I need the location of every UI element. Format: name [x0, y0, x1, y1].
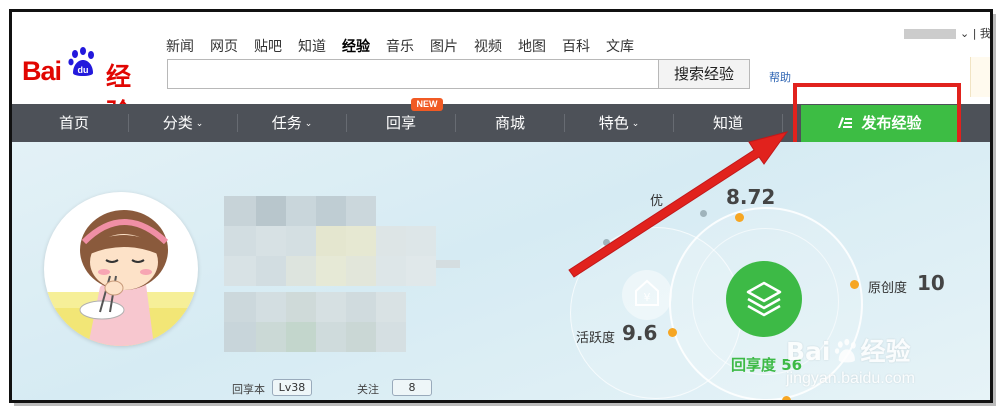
screenshot-frame: Bai du 经验 新闻 网页 贴吧 知道 经验 音乐 图片 视频 地图 百科 …: [9, 9, 993, 403]
annotation-arrow: [568, 131, 789, 278]
